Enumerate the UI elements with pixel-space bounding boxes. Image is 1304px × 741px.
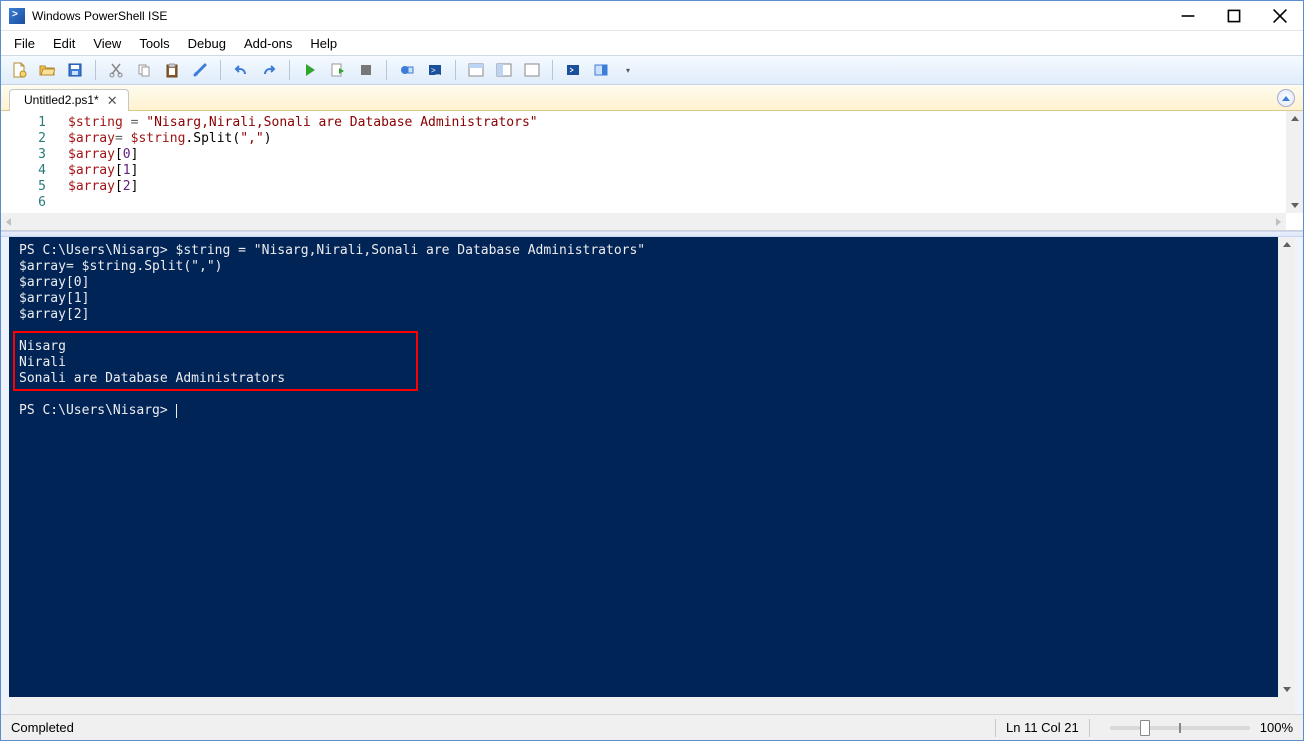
layout3-button[interactable]: [520, 58, 544, 82]
menu-file[interactable]: File: [5, 33, 44, 54]
editor-line: $string = "Nisarg,Nirali,Sonali are Data…: [68, 115, 1303, 131]
layout1-button[interactable]: [464, 58, 488, 82]
editor-horizontal-scrollbar[interactable]: [1, 213, 1286, 230]
open-file-icon: [39, 62, 55, 78]
redo-icon: [261, 62, 277, 78]
copy-button[interactable]: [132, 58, 156, 82]
run-selection-button[interactable]: [326, 58, 350, 82]
app-icon: [9, 8, 25, 24]
menu-view[interactable]: View: [84, 33, 130, 54]
console-pane-wrap: PS C:\Users\Nisarg> $string = "Nisarg,Ni…: [1, 237, 1303, 714]
save-icon: [67, 62, 83, 78]
breakpoint-icon: [399, 62, 415, 78]
commands-icon: [565, 62, 581, 78]
paste-icon: [164, 62, 180, 78]
cursor-position: Ln 11 Col 21: [1006, 720, 1079, 735]
new-remote-button[interactable]: >_: [423, 58, 447, 82]
maximize-button[interactable]: [1211, 1, 1257, 31]
cut-icon: [108, 62, 124, 78]
commands-button[interactable]: [561, 58, 585, 82]
menu-add-ons[interactable]: Add-ons: [235, 33, 301, 54]
save-button[interactable]: [63, 58, 87, 82]
new-file-icon: [11, 62, 27, 78]
new-file-button[interactable]: [7, 58, 31, 82]
redo-button[interactable]: [257, 58, 281, 82]
zoom-slider[interactable]: [1110, 726, 1250, 730]
close-button[interactable]: [1257, 1, 1303, 31]
run-icon: [302, 62, 318, 78]
toolbar: >_ ▾: [1, 55, 1303, 85]
title-bar: Windows PowerShell ISE: [1, 1, 1303, 31]
status-bar: Completed Ln 11 Col 21 100%: [1, 714, 1303, 740]
stop-icon: [358, 62, 374, 78]
zoom-slider-thumb[interactable]: [1140, 720, 1150, 736]
console-horizontal-scrollbar[interactable]: [9, 697, 1295, 714]
toolbar-overflow-button[interactable]: ▾: [617, 58, 641, 82]
undo-button[interactable]: [229, 58, 253, 82]
editor-line: $array= $string.Split(","): [68, 131, 1303, 147]
layout1-icon: [468, 62, 484, 78]
minimize-button[interactable]: [1165, 1, 1211, 31]
menu-tools[interactable]: Tools: [130, 33, 178, 54]
undo-icon: [233, 62, 249, 78]
window-title: Windows PowerShell ISE: [32, 9, 167, 23]
menu-edit[interactable]: Edit: [44, 33, 84, 54]
copy-icon: [136, 62, 152, 78]
paste-button[interactable]: [160, 58, 184, 82]
layout3-icon: [524, 62, 540, 78]
new-remote-icon: >_: [427, 62, 443, 78]
clear-icon: [192, 62, 208, 78]
addon-button[interactable]: [589, 58, 613, 82]
layout2-button[interactable]: [492, 58, 516, 82]
open-file-button[interactable]: [35, 58, 59, 82]
status-text: Completed: [11, 720, 74, 735]
breakpoint-button[interactable]: [395, 58, 419, 82]
editor-line: $array[2]: [68, 179, 1303, 195]
addon-icon: [593, 62, 609, 78]
zoom-percent: 100%: [1260, 720, 1293, 735]
editor-vertical-scrollbar[interactable]: [1286, 111, 1303, 213]
run-selection-icon: [330, 62, 346, 78]
script-editor-pane: 123456 $string = "Nisarg,Nirali,Sonali a…: [1, 111, 1303, 231]
svg-text:>_: >_: [431, 66, 441, 75]
menu-debug[interactable]: Debug: [179, 33, 235, 54]
collapse-pane-button[interactable]: [1277, 89, 1295, 107]
tab-untitled2[interactable]: Untitled2.ps1* ✕: [9, 89, 129, 111]
tab-strip: Untitled2.ps1* ✕: [1, 85, 1303, 111]
editor-line: $array[1]: [68, 163, 1303, 179]
cut-button[interactable]: [104, 58, 128, 82]
console-vertical-scrollbar[interactable]: [1278, 237, 1295, 697]
menu-help[interactable]: Help: [301, 33, 346, 54]
menu-bar: FileEditViewToolsDebugAdd-onsHelp: [1, 31, 1303, 55]
layout2-icon: [496, 62, 512, 78]
clear-button[interactable]: [188, 58, 212, 82]
tab-label: Untitled2.ps1*: [24, 93, 99, 107]
run-button[interactable]: [298, 58, 322, 82]
console-pane[interactable]: PS C:\Users\Nisarg> $string = "Nisarg,Ni…: [9, 237, 1295, 697]
console-output: PS C:\Users\Nisarg> $string = "Nisarg,Ni…: [19, 243, 1293, 419]
stop-button[interactable]: [354, 58, 378, 82]
editor-line: $array[0]: [68, 147, 1303, 163]
chevron-down-icon: ▾: [626, 66, 630, 75]
tab-close-icon[interactable]: ✕: [107, 94, 118, 107]
